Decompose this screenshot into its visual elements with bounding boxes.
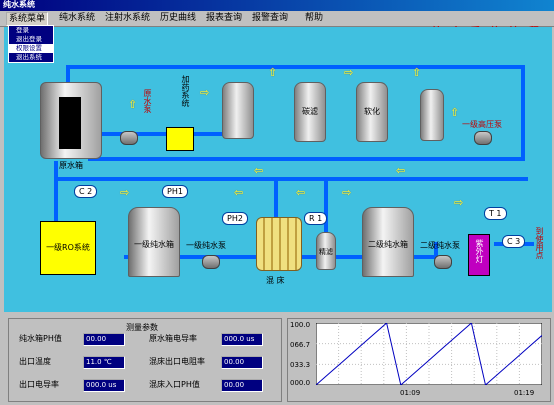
- menu-alarm[interactable]: 报警查询: [250, 12, 290, 24]
- measurement-panel: 测量参数 纯水箱PH值 00.00 出口温度 11.0 ℃ 出口电导率 000.…: [8, 318, 282, 402]
- cond-raw-label: 原水箱电导率: [149, 334, 197, 343]
- booster-pump-label: 一级高压泵: [462, 120, 502, 129]
- dosing-label: 加药系统: [181, 75, 190, 107]
- pipe-top: [66, 65, 521, 69]
- raw-tank-label: 原水箱: [59, 161, 83, 170]
- softener-label: 软化: [364, 107, 380, 117]
- flow-arrow-icon: ⇦: [296, 186, 306, 199]
- temp-value: 11.0 ℃: [83, 356, 125, 369]
- fine-filter[interactable]: 精滤: [316, 232, 336, 270]
- flow-arrow-icon: ⇨: [342, 186, 352, 199]
- pipe-to-ro: [54, 161, 58, 221]
- y-tick: 066.7: [290, 341, 311, 349]
- primary-pure-water-pump[interactable]: [202, 255, 220, 269]
- dosing-box[interactable]: [166, 127, 194, 151]
- flow-arrow-icon: ⇧: [412, 66, 422, 79]
- security-filter[interactable]: [420, 89, 444, 141]
- uv-label: 紫外灯: [475, 239, 484, 263]
- pump2-label: 二级纯水泵: [420, 241, 460, 250]
- flow-arrow-icon: ⇦: [396, 164, 406, 177]
- pipe-right-down: [521, 65, 525, 161]
- menu-injection-water[interactable]: 注射水系统: [103, 12, 152, 24]
- menu-report[interactable]: 报表查询: [204, 12, 244, 24]
- carbon-filter-label: 碳滤: [302, 107, 318, 117]
- x-tick: 01:09: [400, 389, 421, 397]
- flow-arrow-icon: ⇦: [254, 164, 264, 177]
- pipe-middle: [88, 157, 525, 161]
- tank2-label: 二级纯水箱: [368, 239, 408, 249]
- cond-out-value: 000.0 us: [83, 379, 125, 392]
- dropdown-item-login[interactable]: 登录: [9, 26, 53, 35]
- trend-plot: [316, 323, 542, 385]
- cond-raw-value: 000.0 us: [221, 333, 263, 346]
- pump1-label: 一级纯水泵: [186, 241, 226, 250]
- resistivity-label: 混床出口电阻率: [149, 357, 205, 366]
- measure-title: 测量参数: [126, 323, 158, 332]
- y-tick: 000.0: [290, 379, 311, 387]
- tag-ph2[interactable]: PH2: [222, 212, 248, 225]
- raw-water-tank[interactable]: [40, 82, 102, 159]
- dropdown-item-permissions[interactable]: 权限设置: [9, 44, 53, 53]
- flow-arrow-icon: ⇧: [450, 106, 460, 119]
- carbon-filter[interactable]: 碳滤: [294, 82, 326, 142]
- menu-pure-water[interactable]: 纯水系统: [57, 12, 97, 24]
- dropdown-item-logout[interactable]: 退出登录: [9, 35, 53, 44]
- secondary-pure-water-tank[interactable]: 二级纯水箱: [362, 207, 414, 277]
- uv-lamp[interactable]: 紫外灯: [468, 234, 490, 276]
- menu-system[interactable]: 系统菜单: [6, 12, 49, 26]
- trend-chart: 100.0 066.7 033.3 000.0 01:09 01:19: [287, 318, 551, 402]
- window-title: 纯水系统: [3, 0, 35, 9]
- tag-t1[interactable]: T 1: [484, 207, 507, 220]
- flow-arrow-icon: ⇨: [200, 86, 210, 99]
- temp-label: 出口温度: [19, 357, 51, 366]
- ro-system-box[interactable]: 一级RO系统: [40, 221, 96, 275]
- ph-value: 00.00: [83, 333, 125, 346]
- sand-filter[interactable]: [222, 82, 254, 139]
- tank1-label: 一级纯水箱: [134, 239, 174, 249]
- mixed-bed[interactable]: [256, 217, 302, 271]
- flow-arrow-icon: ⇦: [234, 186, 244, 199]
- system-dropdown: 登录 退出登录 权限设置 退出系统: [8, 25, 54, 63]
- flow-arrow-icon: ⇧: [128, 98, 138, 111]
- y-tick: 100.0: [290, 321, 311, 329]
- menu-history-curve[interactable]: 历史曲线: [158, 12, 198, 24]
- raw-pump-label: 原水泵: [143, 89, 152, 113]
- raw-water-pump[interactable]: [120, 131, 138, 145]
- mixed-bed-label: 混 床: [266, 276, 285, 285]
- booster-pump[interactable]: [474, 131, 492, 145]
- flow-arrow-icon: ⇧: [268, 66, 278, 79]
- ro-system-label: 一级RO系统: [46, 243, 90, 252]
- primary-pure-water-tank[interactable]: 一级纯水箱: [128, 207, 180, 277]
- pipe-lower: [58, 177, 528, 181]
- dropdown-item-exit[interactable]: 退出系统: [9, 53, 53, 62]
- process-diagram: 原水箱 原水泵 加药系统 碳滤 软化 一级高压泵 一级RO系统 一级纯水箱 一级…: [4, 27, 552, 312]
- title-bar: 纯水系统: [0, 0, 554, 11]
- ph-in-value: 00.00: [221, 379, 263, 392]
- tag-r1[interactable]: R 1: [304, 212, 328, 225]
- secondary-pure-water-pump[interactable]: [434, 255, 452, 269]
- softener[interactable]: 软化: [356, 82, 388, 142]
- fine-filter-label: 精滤: [319, 248, 333, 257]
- menu-help[interactable]: 帮助: [303, 12, 325, 24]
- tag-c2[interactable]: C 2: [74, 185, 98, 198]
- x-tick: 01:19: [514, 389, 535, 397]
- flow-arrow-icon: ⇨: [454, 196, 464, 209]
- ph-label: 纯水箱PH值: [19, 334, 62, 343]
- flow-arrow-icon: ⇨: [120, 186, 130, 199]
- menu-bar: 系统菜单 纯水系统 注射水系统 历史曲线 报表查询 报警查询 帮助 纯 水 系 …: [0, 11, 554, 38]
- y-tick: 033.3: [290, 361, 311, 369]
- resistivity-value: 00.00: [221, 356, 263, 369]
- tag-c3[interactable]: C 3: [502, 235, 526, 248]
- flow-arrow-icon: ⇨: [344, 66, 354, 79]
- tag-ph1[interactable]: PH1: [162, 185, 188, 198]
- ph-in-label: 混床入口PH值: [149, 380, 200, 389]
- cond-out-label: 出口电导率: [19, 380, 59, 389]
- use-point-label: 到使用点: [535, 227, 544, 259]
- tank-window: [59, 97, 81, 149]
